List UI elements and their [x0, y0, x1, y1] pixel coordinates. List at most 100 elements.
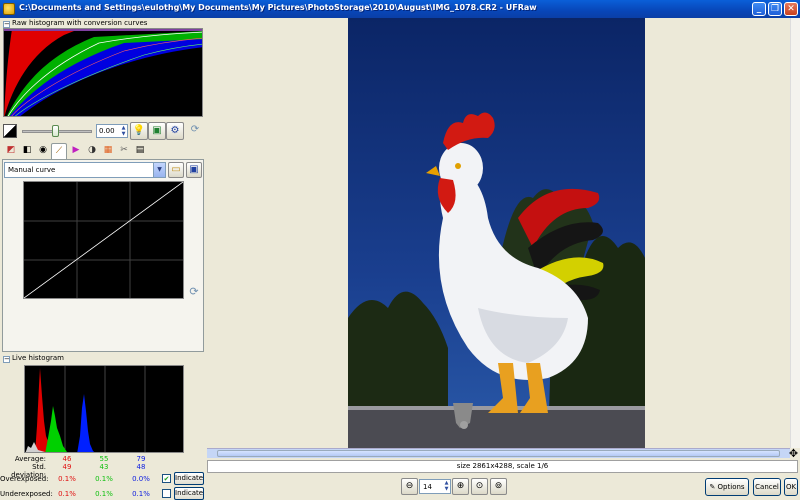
underexposed-green: 0.1%: [95, 490, 113, 498]
curve-editor[interactable]: [23, 181, 184, 299]
underexposed-red: 0.1%: [58, 490, 76, 498]
live-histogram-plot: [25, 366, 146, 452]
tab-crop[interactable]: ✂: [116, 143, 132, 158]
live-histogram: [24, 365, 184, 453]
average-green: 55: [99, 455, 109, 463]
refresh-icon: ⟳: [189, 285, 199, 298]
reset-curve-button[interactable]: ⟳: [186, 284, 202, 300]
ok-button[interactable]: OK: [784, 478, 798, 496]
status-bar: size 2861x4288, scale 1/6: [207, 460, 798, 473]
options-icon: ✎: [709, 483, 716, 491]
tab-white-balance[interactable]: ◩: [3, 143, 19, 158]
title-bar: C:\Documents and Settings\eulothg\My Doc…: [0, 0, 800, 18]
vertical-scrollbar[interactable]: [790, 18, 800, 448]
spin-arrows-icon[interactable]: ▲ ▼: [443, 480, 450, 493]
bottom-toolbar: ⊖ ▲▼ ⊕ ⊙ ⊚ ✎ Options Cancel OK: [207, 477, 800, 497]
refresh-icon: ⟳: [190, 124, 200, 135]
raw-histogram-header[interactable]: − Raw histogram with conversion curves: [1, 18, 206, 28]
options-label: Options: [717, 483, 745, 491]
overexposed-row: Overexposed: 0.1% 0.1% 0.0% ✔ Indicate: [0, 472, 207, 485]
raw-histogram: [3, 28, 203, 117]
clip-button[interactable]: ▣: [148, 122, 166, 140]
exposure-icon: [3, 124, 17, 138]
curve-preset-select[interactable]: Manual curve ▼: [4, 162, 166, 178]
horizontal-scroll-thumb[interactable]: [217, 450, 780, 457]
grayscale-icon: ◧: [22, 145, 32, 155]
rooster-photo: [348, 112, 645, 448]
tab-lightness[interactable]: ▦: [100, 143, 116, 158]
gears-icon: ⚙: [170, 125, 180, 136]
zoom-spinner[interactable]: ▲▼: [419, 479, 451, 494]
overexposed-green: 0.1%: [95, 475, 113, 483]
pan-icon[interactable]: ✥: [787, 447, 800, 460]
tab-base-curve[interactable]: ⟋: [51, 143, 67, 159]
underexposed-row: Underexposed: 0.1% 0.1% 0.1% Indicate: [0, 487, 207, 500]
stddev-row: Std. deviation: 49 43 48: [0, 463, 207, 479]
close-button[interactable]: ✕: [784, 2, 798, 16]
cancel-button[interactable]: Cancel: [753, 478, 781, 496]
lightness-icon: ▦: [103, 145, 113, 155]
control-panel: −Raw histogram with conversion curves ▲▼…: [0, 18, 207, 500]
auto-exposure-button[interactable]: 💡: [130, 122, 148, 140]
save-icon: ▣: [189, 164, 199, 175]
underexposed-label: Underexposed:: [0, 490, 53, 498]
underexposed-indicate-button[interactable]: Indicate: [174, 487, 204, 500]
tab-corrections[interactable]: ◑: [84, 143, 100, 158]
spin-arrows-icon[interactable]: ▲ ▼: [120, 125, 127, 137]
save-curve-button[interactable]: ▣: [186, 162, 202, 178]
reset-exposure-button[interactable]: ⟳: [186, 122, 204, 140]
tab-lens[interactable]: ◉: [35, 143, 51, 158]
zoom-fit-icon: ⊙: [475, 481, 484, 491]
stddev-blue: 48: [136, 463, 146, 471]
underexposed-checkbox[interactable]: [162, 489, 171, 498]
exposure-input[interactable]: [99, 126, 121, 136]
wb-icon: ◩: [6, 145, 16, 155]
horizontal-scrollbar[interactable]: [207, 448, 790, 458]
tab-color-management[interactable]: ▶: [68, 143, 84, 158]
collapse-icon[interactable]: −: [3, 356, 10, 363]
maximize-button[interactable]: ❐: [768, 2, 782, 16]
live-histogram-header[interactable]: − Live histogram: [1, 353, 206, 363]
color-mgmt-icon: ▶: [72, 145, 80, 155]
tab-exif[interactable]: ▤: [132, 143, 148, 158]
overexposed-blue: 0.0%: [132, 475, 150, 483]
options-button[interactable]: ✎ Options: [705, 478, 749, 496]
curve-panel: Manual curve ▼ ▭ ▣ ⟳: [2, 159, 204, 352]
raw-histogram-title: Raw histogram with conversion curves: [12, 19, 148, 27]
average-label: Average:: [14, 455, 46, 463]
minimize-button[interactable]: _: [752, 2, 766, 16]
zoom-100-button[interactable]: ⊚: [490, 478, 507, 495]
ufraw-app-icon: [3, 3, 15, 15]
lightbulb-icon: 💡: [132, 125, 146, 136]
zoom-input[interactable]: [423, 482, 441, 492]
collapse-icon[interactable]: −: [3, 21, 10, 28]
image-preview-area: [207, 18, 790, 448]
zoom-fit-button[interactable]: ⊙: [471, 478, 488, 495]
lens-icon: ◉: [39, 145, 47, 155]
live-histogram-title: Live histogram: [12, 354, 65, 362]
overexposed-indicate-button[interactable]: Indicate: [174, 472, 204, 485]
window-title: C:\Documents and Settings\eulothg\My Doc…: [19, 3, 537, 12]
overexposed-red: 0.1%: [58, 475, 76, 483]
tool-tabs: ◩ ◧ ◉ ⟋ ▶ ◑ ▦ ✂ ▤: [0, 143, 207, 159]
exif-icon: ▤: [135, 145, 145, 155]
corrections-icon: ◑: [88, 145, 96, 155]
zoom-out-icon: ⊖: [405, 481, 414, 491]
zoom-in-button[interactable]: ⊕: [452, 478, 469, 495]
preview-image[interactable]: [348, 18, 645, 448]
exposure-slider-thumb[interactable]: [52, 125, 59, 137]
exposure-spinner[interactable]: ▲▼: [96, 124, 128, 138]
restore-details-button[interactable]: ⚙: [166, 122, 184, 140]
stddev-green: 43: [99, 463, 109, 471]
zoom-out-button[interactable]: ⊖: [401, 478, 418, 495]
chevron-down-icon[interactable]: ▼: [153, 163, 165, 177]
overexposed-checkbox[interactable]: ✔: [162, 474, 171, 483]
load-curve-button[interactable]: ▭: [168, 162, 184, 178]
zoom-in-icon: ⊕: [456, 481, 465, 491]
tab-grayscale[interactable]: ◧: [19, 143, 35, 158]
underexposed-blue: 0.1%: [132, 490, 150, 498]
curve-preset-value: Manual curve: [8, 166, 56, 174]
raw-histogram-plot: [4, 29, 202, 116]
stddev-red: 49: [62, 463, 72, 471]
zoom-100-icon: ⊚: [494, 481, 503, 491]
